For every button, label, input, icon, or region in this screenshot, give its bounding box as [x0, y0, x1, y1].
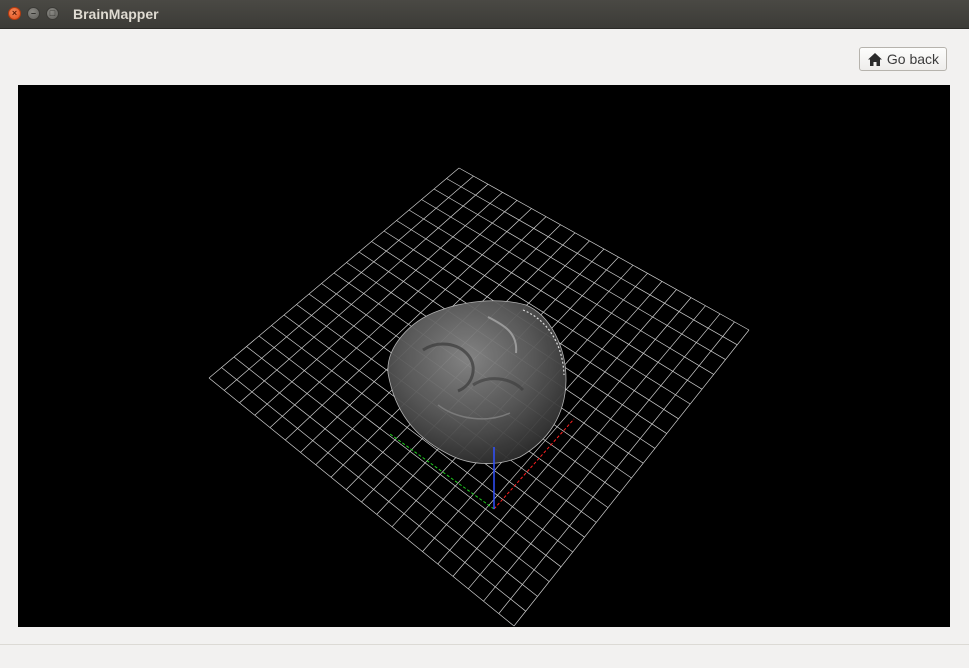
maximize-icon[interactable]: □ — [46, 7, 59, 20]
splitter-handle[interactable] — [480, 80, 490, 93]
close-icon[interactable]: × — [8, 7, 21, 20]
brain-volume — [387, 300, 567, 464]
minimize-icon[interactable]: – — [27, 7, 40, 20]
3d-scene — [208, 167, 750, 627]
window-title: BrainMapper — [73, 6, 159, 22]
title-bar: × – □ BrainMapper — [0, 0, 969, 29]
home-icon — [867, 52, 882, 66]
go-back-label: Go back — [886, 51, 940, 67]
go-back-button[interactable]: Go back — [859, 47, 947, 71]
status-bar — [0, 644, 969, 668]
3d-viewport[interactable] — [18, 85, 950, 627]
